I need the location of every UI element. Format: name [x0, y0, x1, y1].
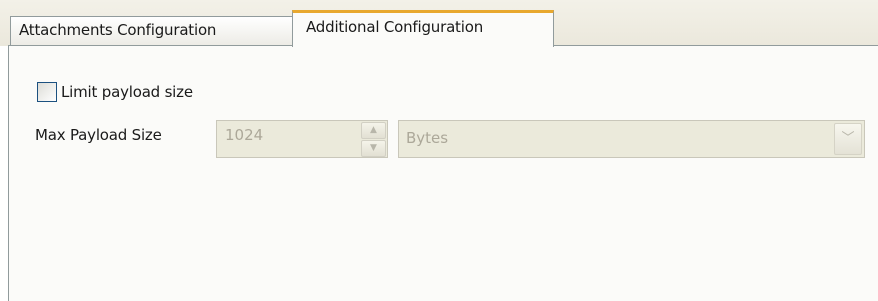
- limit-payload-row[interactable]: Limit payload size: [37, 80, 193, 104]
- max-payload-size-value[interactable]: 1024: [217, 121, 361, 157]
- tab-attachments-configuration[interactable]: Attachments Configuration: [10, 16, 293, 46]
- chevron-down-icon[interactable]: ﹀: [834, 123, 862, 155]
- max-payload-size-spinner[interactable]: 1024 ▲ ▼: [216, 120, 388, 158]
- payload-unit-value: Bytes: [406, 129, 449, 147]
- configuration-dialog: Attachments Configuration Additional Con…: [0, 0, 878, 301]
- limit-payload-label[interactable]: Limit payload size: [61, 83, 193, 101]
- tab-label: Attachments Configuration: [19, 21, 217, 39]
- chevron-up-icon[interactable]: ▲: [361, 122, 386, 139]
- spinner-buttons: ▲ ▼: [361, 121, 387, 157]
- tab-additional-configuration[interactable]: Additional Configuration: [292, 10, 554, 47]
- tab-label: Additional Configuration: [306, 18, 483, 36]
- chevron-down-icon[interactable]: ▼: [361, 140, 386, 157]
- limit-payload-checkbox[interactable]: [37, 82, 57, 102]
- payload-unit-select[interactable]: Bytes ﹀: [398, 120, 865, 158]
- max-payload-size-label: Max Payload Size: [35, 126, 162, 144]
